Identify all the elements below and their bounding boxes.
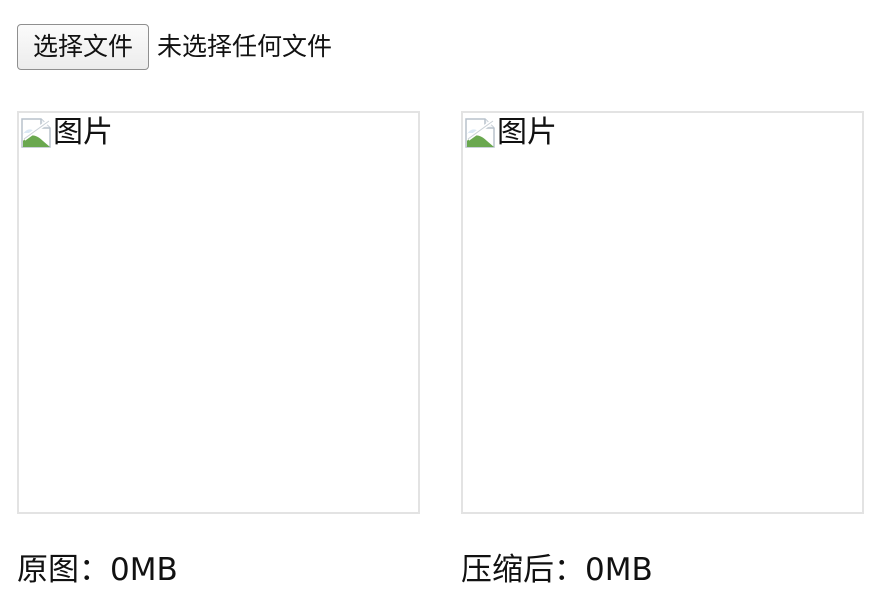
original-size-value: 0MB — [110, 552, 178, 588]
original-size-label: 原图： — [17, 552, 110, 588]
original-broken-image: 图片 — [19, 113, 113, 153]
file-picker: 选择文件 未选择任何文件 — [17, 23, 332, 71]
compressed-size-display: 压缩后：0MB — [461, 548, 653, 592]
compressed-image-alt-text: 图片 — [497, 115, 557, 150]
broken-image-icon — [21, 118, 51, 148]
compressed-size-value: 0MB — [585, 552, 653, 588]
compressed-image-preview: 图片 — [461, 111, 864, 514]
file-status-text: 未选择任何文件 — [157, 32, 333, 61]
compressed-broken-image: 图片 — [463, 113, 557, 153]
broken-image-icon — [465, 118, 495, 148]
choose-file-button[interactable]: 选择文件 — [17, 24, 150, 70]
original-image-preview: 图片 — [17, 111, 420, 514]
compressed-size-label: 压缩后： — [461, 552, 585, 588]
original-image-alt-text: 图片 — [53, 115, 113, 150]
original-size-display: 原图：0MB — [17, 548, 178, 592]
